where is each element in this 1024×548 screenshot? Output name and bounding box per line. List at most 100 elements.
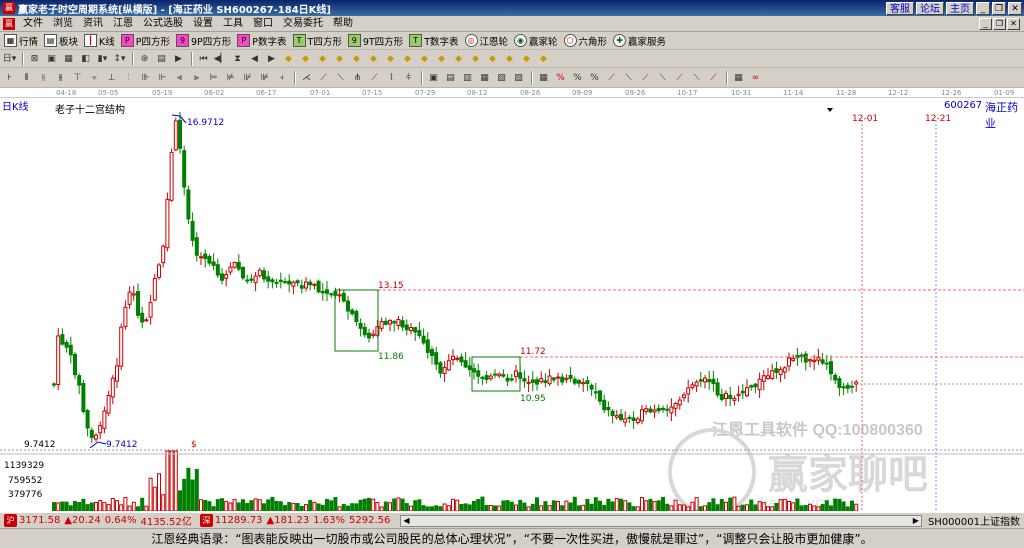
percent-tool-2-icon[interactable]: % <box>570 71 585 85</box>
menu-info[interactable]: 资讯 <box>78 16 108 32</box>
calc-tool-icon[interactable]: ▦ <box>731 71 746 85</box>
fan-tool-5-icon[interactable]: ⟋ <box>367 71 382 85</box>
menu-gann[interactable]: 江恩 <box>108 16 138 32</box>
toolbar-winner-wheel-button[interactable]: ◉ 赢家轮 <box>512 33 562 49</box>
link-tool-icon[interactable]: ∞ <box>748 71 763 85</box>
customer-service-link[interactable]: 客服 <box>886 1 914 15</box>
menu-help[interactable]: 帮助 <box>328 16 358 32</box>
menu-file[interactable]: 文件 <box>18 16 48 32</box>
angle-tool-6-icon[interactable]: ⟍ <box>689 71 704 85</box>
list-icon[interactable]: ▤ <box>154 52 169 66</box>
chart-type-icon[interactable]: ▮▾ <box>95 52 110 66</box>
cursor-icon[interactable]: ↕▾ <box>112 52 127 66</box>
line-tool-12-icon[interactable]: ⫸ <box>189 71 204 85</box>
forum-link[interactable]: 论坛 <box>916 1 944 15</box>
mdi-minimize-icon[interactable]: _ <box>979 17 992 30</box>
mdi-close-icon[interactable]: ✕ <box>1007 17 1020 30</box>
scroll-left-icon[interactable]: ◀ <box>403 516 409 525</box>
fan-tool-7-icon[interactable]: ⫩ <box>401 71 416 85</box>
restore-icon[interactable]: ❐ <box>992 1 1006 15</box>
toolbar-gann-wheel-button[interactable]: ◎ 江恩轮 <box>463 33 513 49</box>
fan-tool-4-icon[interactable]: ⋔ <box>350 71 365 85</box>
toolbar-market-button[interactable]: ▦ 行情 <box>2 33 42 49</box>
diamond-11-icon[interactable]: ◆ <box>451 52 466 66</box>
diamond-2-icon[interactable]: ◆ <box>298 52 313 66</box>
menu-tools[interactable]: 工具 <box>218 16 248 32</box>
kline-chart-area[interactable]: 江恩工具软件 QQ:100800360 赢家聊吧 liaoba.yjzk... … <box>0 98 1024 511</box>
line-tool-16-icon[interactable]: ⊯ <box>257 71 272 85</box>
index-name[interactable]: SH000001上证指数 <box>928 513 1020 528</box>
table-tool-icon[interactable]: ▦ <box>536 71 551 85</box>
line-tool-5-icon[interactable]: ⊤ <box>70 71 85 85</box>
line-tool-17-icon[interactable]: ⫞ <box>274 71 289 85</box>
toolbar-p-square-button[interactable]: P P四方形 <box>119 33 174 49</box>
box-tool-5-icon[interactable]: ▧ <box>494 71 509 85</box>
toolbar-sector-button[interactable]: ▤ 板块 <box>42 33 82 49</box>
line-tool-6-icon[interactable]: ⫟ <box>87 71 102 85</box>
toolbar-9p-square-button[interactable]: 9 9P四方形 <box>174 33 235 49</box>
angle-tool-4-icon[interactable]: ⟍ <box>655 71 670 85</box>
menu-trade[interactable]: 交易委托 <box>278 16 328 32</box>
chart-period-label[interactable]: 日K线 <box>2 98 29 113</box>
menu-formula[interactable]: 公式选股 <box>138 16 188 32</box>
line-tool-2-icon[interactable]: ⫴ <box>19 71 34 85</box>
ticker-scrollbar[interactable]: ◀ ▶ <box>400 514 922 527</box>
line-tool-14-icon[interactable]: ⊭ <box>223 71 238 85</box>
close-icon[interactable]: ✕ <box>1008 1 1022 15</box>
diamond-13-icon[interactable]: ◆ <box>485 52 500 66</box>
line-tool-1-icon[interactable]: ⊦ <box>2 71 17 85</box>
minimize-icon[interactable]: _ <box>976 1 990 15</box>
spiral-icon[interactable]: ⊛ <box>137 52 152 66</box>
menu-window[interactable]: 窗口 <box>248 16 278 32</box>
fan-tool-6-icon[interactable]: ⌇ <box>384 71 399 85</box>
box-tool-4-icon[interactable]: ▦ <box>477 71 492 85</box>
line-tool-10-icon[interactable]: ⊩ <box>155 71 170 85</box>
line-tool-15-icon[interactable]: ⊮ <box>240 71 255 85</box>
diamond-1-icon[interactable]: ◆ <box>281 52 296 66</box>
toolbar-kline-button[interactable]: ┃ K线 <box>82 33 119 49</box>
homepage-link[interactable]: 主页 <box>946 1 974 15</box>
diamond-10-icon[interactable]: ◆ <box>434 52 449 66</box>
menu-settings[interactable]: 设置 <box>188 16 218 32</box>
toolbar-p-table-button[interactable]: P P数字表 <box>235 33 290 49</box>
toolbar-hexagon-button[interactable]: ⬡ 六角形 <box>562 33 612 49</box>
percent-tool-3-icon[interactable]: % <box>587 71 602 85</box>
color-icon[interactable]: ◧ <box>78 52 93 66</box>
sh-index-icon[interactable]: 沪 <box>4 514 17 527</box>
diamond-8-icon[interactable]: ◆ <box>400 52 415 66</box>
scroll-right-icon[interactable]: ▶ <box>913 516 919 525</box>
toolbar-service-button[interactable]: ✚ 赢家服务 <box>611 33 670 49</box>
layout-icon[interactable]: ▣ <box>44 52 59 66</box>
zoom-icon[interactable]: ⊠ <box>27 52 42 66</box>
box-tool-1-icon[interactable]: ▣ <box>426 71 441 85</box>
play-icon[interactable]: ▶ <box>171 52 186 66</box>
box-tool-3-icon[interactable]: ▥ <box>460 71 475 85</box>
line-tool-7-icon[interactable]: ⊥ <box>104 71 119 85</box>
back-icon[interactable]: ◀ <box>247 52 262 66</box>
diamond-3-icon[interactable]: ◆ <box>315 52 330 66</box>
toolbar-t-square-button[interactable]: T T四方形 <box>291 33 346 49</box>
diamond-5-icon[interactable]: ◆ <box>349 52 364 66</box>
period-day-icon[interactable]: 日▾ <box>2 52 17 66</box>
line-tool-4-icon[interactable]: ⫵ <box>53 71 68 85</box>
angle-tool-5-icon[interactable]: ⟋ <box>672 71 687 85</box>
toolbar-t-table-button[interactable]: T T数字表 <box>407 33 462 49</box>
line-tool-9-icon[interactable]: ⊪ <box>138 71 153 85</box>
diamond-12-icon[interactable]: ◆ <box>468 52 483 66</box>
diamond-16-icon[interactable]: ◆ <box>536 52 551 66</box>
forward-icon[interactable]: ▶ <box>264 52 279 66</box>
grid-icon[interactable]: ▦ <box>61 52 76 66</box>
fan-tool-3-icon[interactable]: ⟍ <box>333 71 348 85</box>
diamond-15-icon[interactable]: ◆ <box>519 52 534 66</box>
diamond-4-icon[interactable]: ◆ <box>332 52 347 66</box>
menu-browse[interactable]: 浏览 <box>48 16 78 32</box>
angle-tool-3-icon[interactable]: ⟋ <box>638 71 653 85</box>
box-tool-2-icon[interactable]: ▤ <box>443 71 458 85</box>
mdi-restore-icon[interactable]: ❐ <box>993 17 1006 30</box>
percent-tool-1-icon[interactable]: % <box>553 71 568 85</box>
angle-tool-1-icon[interactable]: ⟋ <box>604 71 619 85</box>
hourglass-icon[interactable]: ⧗ <box>230 52 245 66</box>
line-tool-11-icon[interactable]: ⫷ <box>172 71 187 85</box>
diamond-6-icon[interactable]: ◆ <box>366 52 381 66</box>
diamond-9-icon[interactable]: ◆ <box>417 52 432 66</box>
